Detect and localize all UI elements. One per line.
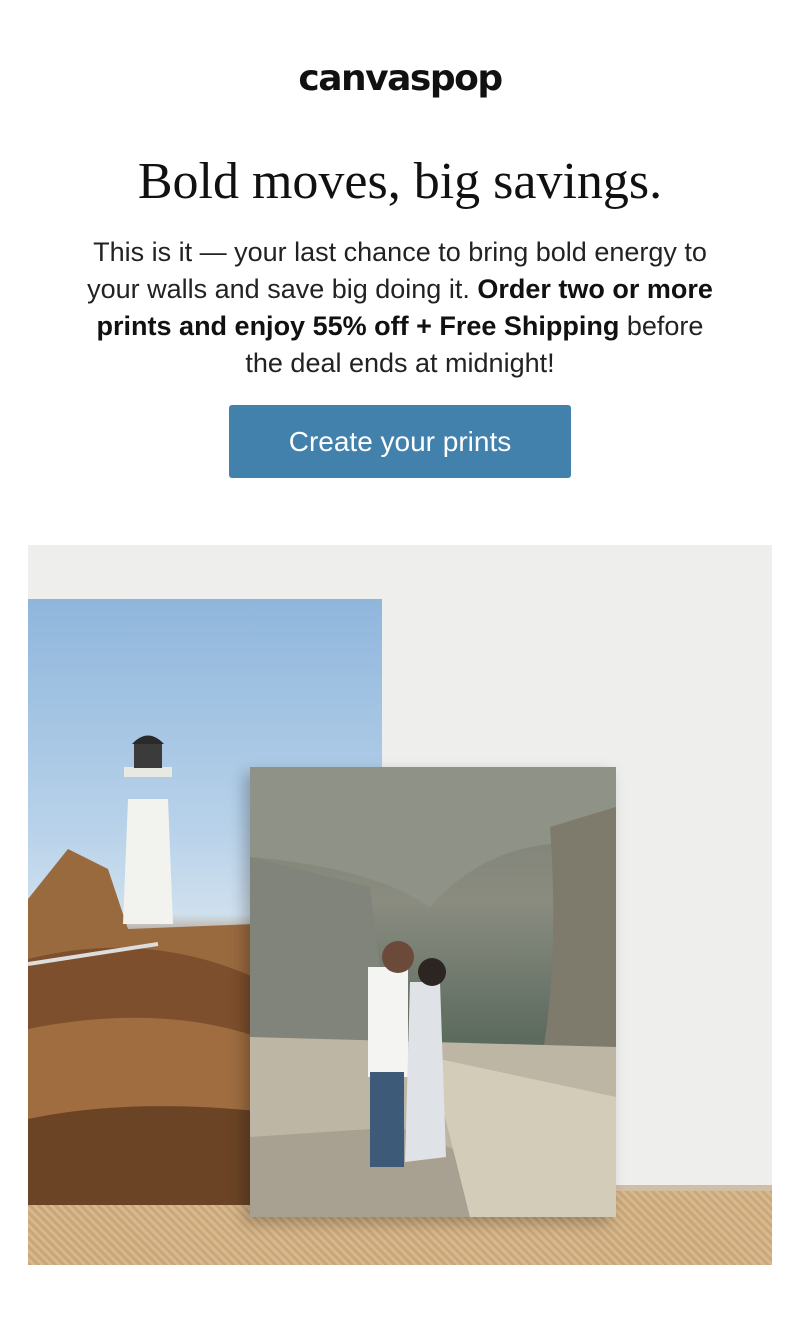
- create-prints-button[interactable]: Create your prints: [229, 405, 571, 478]
- hero-product-image[interactable]: [28, 545, 772, 1265]
- man-head: [382, 941, 414, 973]
- lighthouse-gallery: [124, 767, 172, 777]
- lighthouse-lantern: [134, 744, 162, 768]
- man-shirt: [368, 967, 408, 1077]
- canyon-right: [540, 807, 616, 1067]
- headline: Bold moves, big savings.: [137, 153, 663, 210]
- brand-logo[interactable]: canvaspop: [0, 58, 800, 99]
- man-jeans: [370, 1072, 404, 1167]
- couple-canvas-print: [250, 767, 616, 1217]
- woman-head: [418, 958, 446, 986]
- couple-scene: [250, 767, 616, 1217]
- woman-dress: [405, 982, 446, 1162]
- lighthouse-dome: [132, 735, 164, 744]
- lighthouse-body: [123, 799, 173, 924]
- promo-body: This is it — your last chance to bring b…: [80, 234, 720, 382]
